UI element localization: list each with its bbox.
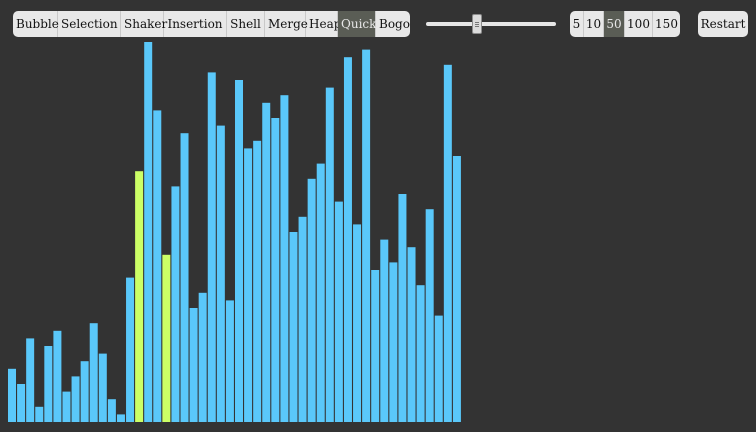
bar	[362, 49, 371, 422]
bar	[80, 361, 89, 422]
bar	[107, 399, 116, 422]
bar	[53, 330, 62, 422]
bar	[443, 64, 452, 423]
bar	[116, 414, 125, 422]
bar	[416, 285, 425, 422]
bar	[353, 224, 362, 422]
bar	[262, 102, 271, 423]
bar-highlighted	[135, 171, 144, 422]
bar	[98, 353, 107, 422]
bar	[216, 125, 225, 422]
bar	[316, 163, 325, 422]
bar	[26, 338, 35, 422]
bar	[452, 156, 461, 422]
bar	[153, 110, 162, 423]
bar	[126, 277, 135, 422]
bar-chart	[8, 42, 461, 423]
bar	[171, 186, 180, 422]
bar	[253, 140, 262, 423]
bar	[407, 247, 416, 422]
bar	[44, 346, 53, 422]
bar	[271, 118, 280, 422]
bar	[17, 384, 26, 422]
bar	[280, 95, 289, 422]
bar	[334, 201, 343, 422]
bar	[380, 239, 389, 422]
bar	[244, 148, 253, 422]
bar	[343, 57, 352, 422]
bar-highlighted	[162, 254, 171, 422]
bar	[144, 42, 153, 422]
bar	[398, 194, 407, 422]
bar	[189, 308, 198, 422]
bar	[298, 216, 307, 422]
bar	[71, 376, 80, 422]
bar	[425, 209, 434, 422]
bar	[371, 270, 380, 422]
bar	[207, 72, 216, 423]
bar	[307, 178, 316, 422]
bar	[325, 87, 334, 422]
bar	[198, 292, 207, 422]
bar	[289, 232, 298, 422]
bar	[180, 133, 189, 422]
bar	[225, 300, 234, 422]
bar	[35, 406, 44, 422]
bar	[8, 368, 16, 422]
bar	[389, 262, 398, 422]
sorting-visualizer: Bubble Selection Shaker Insertion Shell Merge…	[0, 0, 756, 432]
bar	[434, 315, 443, 422]
bar	[62, 391, 71, 422]
bar	[89, 323, 98, 422]
bar	[235, 80, 243, 422]
